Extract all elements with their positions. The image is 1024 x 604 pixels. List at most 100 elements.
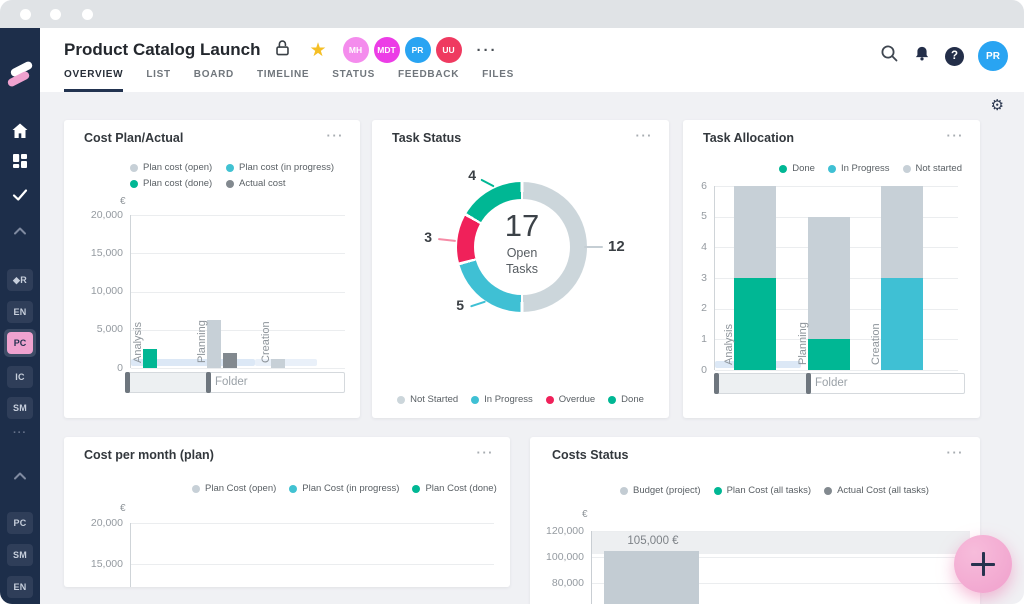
legend-item[interactable]: Plan cost (in progress) — [226, 162, 334, 173]
tab-board[interactable]: BOARD — [194, 69, 234, 92]
tab-list[interactable]: LIST — [146, 69, 170, 92]
legend-dot — [397, 396, 405, 404]
sidebar-project-badge[interactable]: EN — [7, 576, 33, 598]
awork-logo[interactable] — [8, 61, 32, 91]
tasks-check-icon[interactable] — [9, 186, 31, 209]
tab-files[interactable]: FILES — [482, 69, 514, 92]
category-label: Planning — [196, 320, 208, 363]
y-tick-label: 1 — [661, 333, 707, 345]
brush-handle-right[interactable] — [206, 372, 211, 393]
sidebar-project-badge[interactable]: IC — [7, 366, 33, 388]
sidebar-project-badge[interactable]: ◆R — [7, 269, 33, 291]
window-control-dot[interactable] — [50, 9, 61, 20]
bar — [271, 359, 285, 368]
add-button[interactable] — [954, 535, 1012, 593]
card-menu-icon[interactable]: ··· — [947, 128, 965, 143]
callout-line — [480, 179, 494, 188]
gridline — [592, 531, 970, 532]
chart-zoom-brush[interactable]: Folder — [715, 373, 965, 394]
card-task-status: Task Status ··· 17 Open Tasks 4 3 5 12 N… — [372, 120, 669, 418]
home-icon[interactable] — [9, 121, 31, 146]
segment-callout-value: 5 — [446, 297, 464, 313]
currency-axis-label: € — [582, 509, 588, 520]
bar-value-label: 105,000 € — [578, 535, 728, 547]
legend-item[interactable]: Budget (project) — [620, 485, 701, 496]
legend-label: Done — [792, 163, 815, 174]
brush-selected-range — [716, 374, 808, 393]
member-avatar[interactable]: UU — [436, 37, 462, 63]
card-menu-icon[interactable]: ··· — [327, 128, 345, 143]
legend-label: Not started — [916, 163, 962, 174]
tab-timeline[interactable]: TIMELINE — [257, 69, 309, 92]
sidebar-project-badge[interactable]: SM — [7, 397, 33, 419]
sidebar-project-badge[interactable]: EN — [7, 301, 33, 323]
tab-status[interactable]: STATUS — [332, 69, 375, 92]
legend-item[interactable]: In Progress — [471, 394, 533, 405]
tab-feedback[interactable]: FEEDBACK — [398, 69, 459, 92]
collapse-chevron-up-icon[interactable] — [9, 469, 31, 487]
legend-item[interactable]: Actual cost — [226, 178, 334, 189]
legend-item[interactable]: Plan cost (open) — [130, 162, 226, 173]
bar — [881, 186, 923, 278]
bar-chart-plot: 105,000 € 120,000100,00080,000 — [591, 531, 970, 604]
card-menu-icon[interactable]: ··· — [947, 445, 965, 460]
currency-axis-label: € — [120, 503, 126, 514]
bar — [881, 278, 923, 370]
legend-item[interactable]: Plan Cost (done) — [412, 483, 496, 494]
member-avatar[interactable]: MDT — [374, 37, 400, 63]
gridline — [131, 523, 494, 524]
brush-handle-left[interactable] — [714, 373, 719, 394]
chart-zoom-brush[interactable]: Folder — [126, 372, 345, 393]
favorite-star-icon[interactable]: ★ — [309, 39, 326, 62]
legend-label: Done — [621, 394, 644, 405]
legend-item[interactable]: Done — [779, 163, 815, 174]
legend-label: Plan cost (in progress) — [239, 162, 334, 173]
gridline — [131, 368, 345, 369]
card-menu-icon[interactable]: ··· — [477, 445, 495, 460]
legend-dot — [226, 164, 234, 172]
search-icon[interactable] — [880, 44, 899, 68]
legend-label: Plan cost (open) — [143, 162, 212, 173]
y-tick-label: 15,000 — [77, 247, 123, 259]
privacy-lock-icon[interactable] — [274, 39, 291, 62]
legend-item[interactable]: Done — [608, 394, 644, 405]
sidebar-project-badge[interactable]: PC — [7, 512, 33, 534]
y-tick-label: 5,000 — [77, 323, 123, 335]
legend-item[interactable]: Plan Cost (open) — [192, 483, 276, 494]
collapse-chevron-up-icon[interactable] — [9, 224, 31, 242]
sidebar-project-badge[interactable]: SM — [7, 544, 33, 566]
legend-label: Overdue — [559, 394, 595, 405]
header-more-icon[interactable]: ··· — [477, 42, 498, 59]
member-avatar[interactable]: MH — [343, 37, 369, 63]
sidebar-project-badge-active[interactable]: PC — [4, 329, 36, 357]
dashboard-settings-gear-icon[interactable]: ⚙ — [991, 98, 1004, 113]
legend-dot — [608, 396, 616, 404]
legend-item[interactable]: Plan Cost (in progress) — [289, 483, 399, 494]
brush-handle-left[interactable] — [125, 372, 130, 393]
legend-item[interactable]: Actual Cost (all tasks) — [824, 485, 929, 496]
bar — [734, 186, 776, 278]
category-label: Analysis — [723, 324, 735, 365]
current-user-avatar[interactable]: PR — [978, 41, 1008, 71]
sidebar-more-icon[interactable]: ··· — [0, 427, 40, 439]
legend-item[interactable]: Not Started — [397, 394, 458, 405]
card-cost-per-month: Cost per month (plan) ··· Plan Cost (ope… — [64, 437, 510, 587]
tab-overview[interactable]: OVERVIEW — [64, 69, 123, 92]
card-menu-icon[interactable]: ··· — [636, 128, 654, 143]
y-tick-label: 0 — [77, 362, 123, 374]
y-tick-label: 20,000 — [77, 517, 123, 529]
window-control-dot[interactable] — [82, 9, 93, 20]
dashboard-content: ⚙ Cost Plan/Actual ··· Plan cost (open) … — [40, 92, 1024, 604]
legend-dot — [471, 396, 479, 404]
member-avatar[interactable]: PR — [405, 37, 431, 63]
legend-item[interactable]: Overdue — [546, 394, 595, 405]
legend-item[interactable]: Plan cost (done) — [130, 178, 226, 189]
legend-item[interactable]: In Progress — [828, 163, 890, 174]
legend-item[interactable]: Plan Cost (all tasks) — [714, 485, 811, 496]
brush-handle-right[interactable] — [806, 373, 811, 394]
dashboard-grid-icon[interactable] — [9, 152, 31, 175]
notifications-bell-icon[interactable] — [913, 44, 931, 68]
help-icon[interactable]: ? — [945, 47, 964, 66]
window-control-dot[interactable] — [20, 9, 31, 20]
legend-item[interactable]: Not started — [903, 163, 962, 174]
